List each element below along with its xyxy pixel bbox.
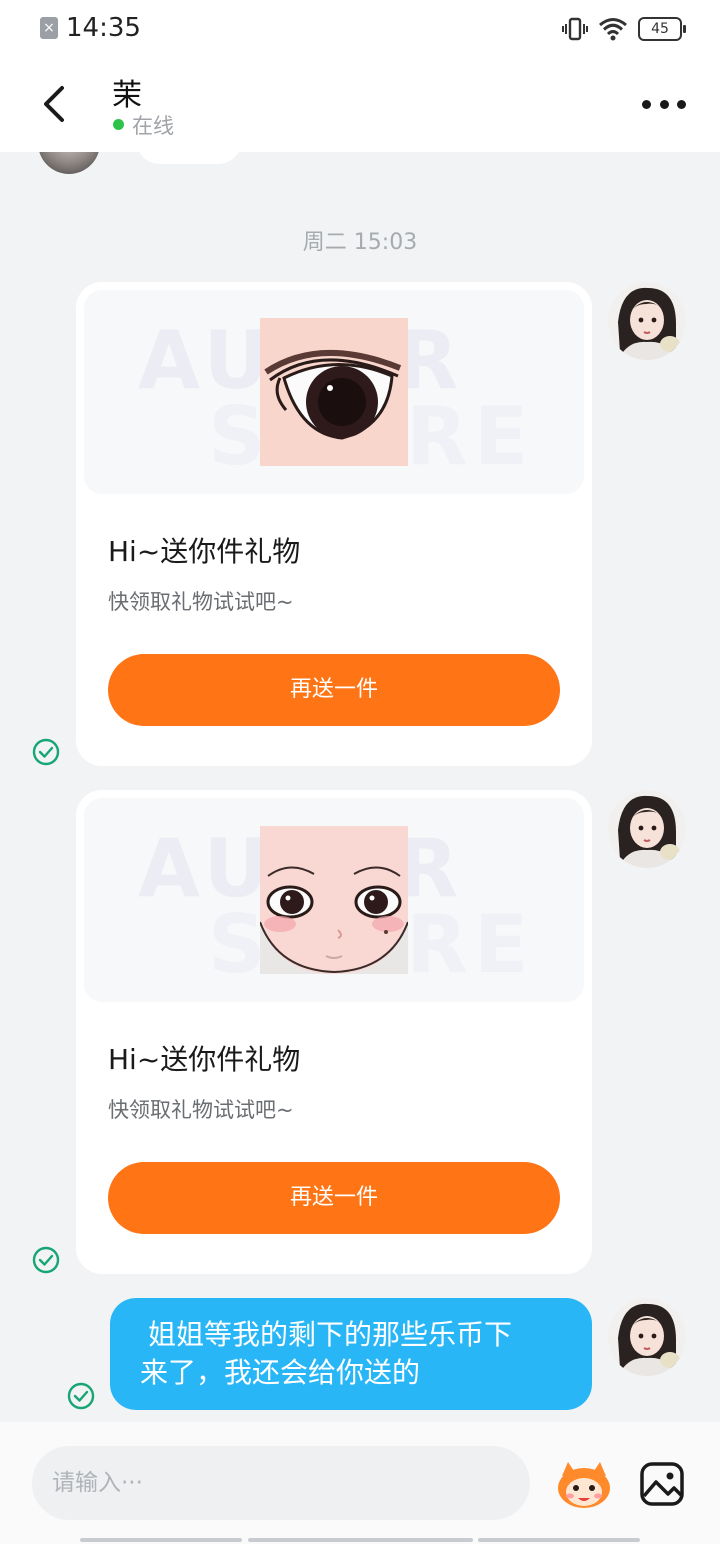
avatar[interactable] xyxy=(608,282,686,360)
gift-subtitle: 快领取礼物试试吧~ xyxy=(108,1098,294,1122)
message-timestamp: 周二 15:03 xyxy=(302,230,418,255)
send-again-button[interactable]: 再送一件 xyxy=(108,654,560,726)
online-status: 在线 xyxy=(132,114,174,138)
gift-preview: AUTAR STORE xyxy=(84,290,584,494)
back-arrow-icon xyxy=(44,86,64,122)
gift-preview: AUTAR STORE xyxy=(84,798,584,1002)
gift-title: Hi~送你件礼物 xyxy=(108,1043,301,1076)
wifi-icon xyxy=(599,18,627,41)
back-button[interactable] xyxy=(34,80,78,128)
check-circle-icon xyxy=(32,1246,60,1274)
contact-name[interactable]: 茉 xyxy=(112,70,142,114)
message-input[interactable] xyxy=(32,1446,530,1520)
avatar[interactable] xyxy=(608,1298,686,1376)
gift-eye-image xyxy=(260,318,408,466)
vibrate-icon xyxy=(562,17,588,41)
message-text-line: 姐姐等我的剩下的那些乐币下 xyxy=(148,1318,513,1351)
home-indicator xyxy=(80,1538,242,1542)
emoji-mascot-icon[interactable] xyxy=(554,1460,614,1510)
gift-title: Hi~送你件礼物 xyxy=(108,535,301,568)
gift-card[interactable]: AUTAR STORE Hi~送你件礼物 快领取礼物试试吧~ 再送一件 xyxy=(76,790,592,1274)
avatar[interactable] xyxy=(608,790,686,868)
message-list[interactable]: 周二 15:03 AUTAR STORE Hi~送你件礼物 快领取礼物试试吧~ … xyxy=(0,152,720,1422)
avatar[interactable] xyxy=(38,152,100,174)
status-time: 14:35 xyxy=(66,13,141,43)
gift-card[interactable]: AUTAR STORE Hi~送你件礼物 快领取礼物试试吧~ 再送一件 xyxy=(76,282,592,766)
gift-subtitle: 快领取礼物试试吧~ xyxy=(108,590,294,614)
online-dot xyxy=(113,119,124,130)
more-dots-icon xyxy=(642,99,651,109)
check-circle-icon xyxy=(67,1382,95,1410)
check-circle-icon xyxy=(32,738,60,766)
chat-header: 茉 在线 xyxy=(0,58,720,152)
notification-icon: × xyxy=(40,17,58,39)
status-bar: × 14:35 45 xyxy=(0,0,720,58)
message-bubble[interactable] xyxy=(136,152,242,164)
input-bar xyxy=(0,1422,720,1544)
status-icons: 45 xyxy=(562,14,686,44)
gift-face-image xyxy=(260,826,408,974)
home-indicator xyxy=(248,1538,473,1542)
message-text-line: 来了，我还会给你送的 xyxy=(140,1356,421,1389)
send-again-button[interactable]: 再送一件 xyxy=(108,1162,560,1234)
home-indicator xyxy=(478,1538,640,1542)
battery-icon: 45 xyxy=(638,17,686,41)
text-message-bubble[interactable]: 姐姐等我的剩下的那些乐币下 来了，我还会给你送的 xyxy=(110,1298,592,1410)
image-icon[interactable] xyxy=(638,1460,686,1508)
more-button[interactable] xyxy=(642,86,686,122)
